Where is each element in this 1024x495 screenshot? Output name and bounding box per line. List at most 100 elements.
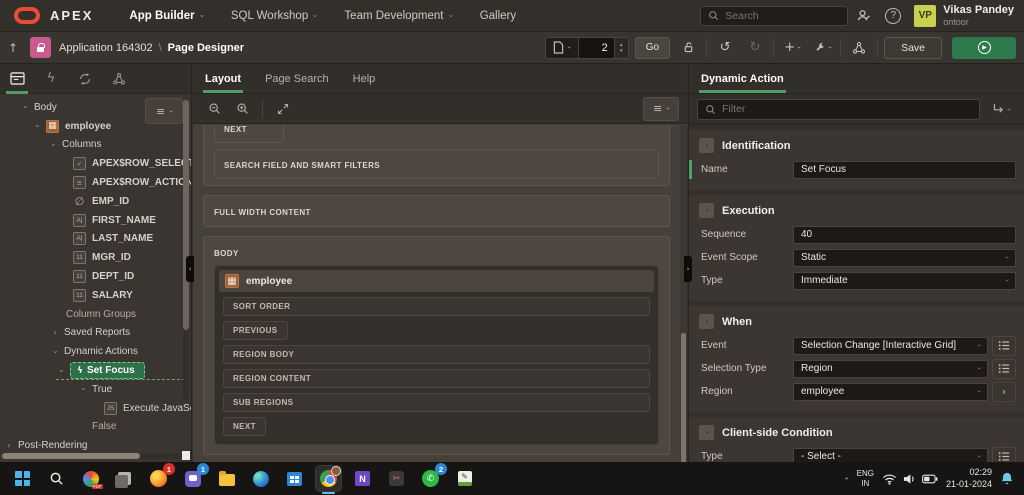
vertical-scrollbar[interactable] bbox=[680, 125, 687, 462]
tab-dynamic-actions[interactable]: ϟ bbox=[34, 64, 68, 94]
tree-item-row-selector[interactable]: ✓APEX$ROW_SELECTOR bbox=[0, 154, 191, 173]
tree-item-mgr-id[interactable]: 11MGR_ID bbox=[0, 248, 191, 267]
search-input[interactable] bbox=[725, 10, 825, 22]
chevron-down-icon[interactable]: › bbox=[21, 102, 29, 112]
event-list-button[interactable] bbox=[992, 336, 1016, 356]
menu-gallery[interactable]: Gallery bbox=[466, 0, 530, 32]
menu-app-builder[interactable]: App Builder › bbox=[115, 0, 216, 32]
collapse-icon[interactable]: › bbox=[699, 138, 714, 153]
menu-sql-workshop[interactable]: SQL Workshop › bbox=[217, 0, 331, 32]
tree-item-salary[interactable]: 11SALARY bbox=[0, 286, 191, 305]
section-header[interactable]: › Client-side Condition bbox=[689, 419, 1024, 447]
go-button[interactable]: Go bbox=[635, 37, 670, 59]
tree-item-first-name[interactable]: A|FIRST_NAME bbox=[0, 211, 191, 230]
chevron-down-icon[interactable]: › bbox=[57, 366, 65, 376]
avatar[interactable]: VP bbox=[914, 5, 936, 27]
name-input[interactable] bbox=[793, 161, 1016, 179]
region-select[interactable]: employee› bbox=[793, 383, 988, 401]
chevron-down-icon[interactable]: › bbox=[51, 347, 59, 357]
employee-region[interactable]: ▦ employee SORT ORDER PREVIOUS REGION BO… bbox=[214, 265, 659, 445]
section-header[interactable]: › When bbox=[689, 308, 1024, 336]
chat-button[interactable]: 1 bbox=[180, 466, 205, 491]
region-slot-region-body[interactable]: REGION BODY bbox=[223, 345, 650, 364]
layout-options-button[interactable]: ≡› bbox=[643, 97, 679, 121]
go-to-group-button[interactable]: › bbox=[986, 103, 1016, 115]
tree-item-true[interactable]: ›True bbox=[0, 380, 191, 399]
event-select[interactable]: Selection Change [Interactive Grid]› bbox=[793, 337, 988, 355]
layout-slot-search-field[interactable]: SEARCH FIELD AND SMART FILTERS bbox=[214, 149, 659, 179]
snapshot-app-button[interactable] bbox=[112, 466, 137, 491]
tray-expand-icon[interactable]: › bbox=[843, 477, 852, 480]
layout-slot-next[interactable]: NEXT bbox=[214, 125, 284, 143]
chrome-button[interactable] bbox=[316, 466, 341, 491]
collapse-icon[interactable]: › bbox=[699, 425, 714, 440]
condition-type-list-button[interactable] bbox=[992, 447, 1016, 463]
region-slot-region-content[interactable]: REGION CONTENT bbox=[223, 369, 650, 388]
page-number-input[interactable] bbox=[579, 37, 615, 59]
layout-slot-body[interactable]: BODY ▦ employee SORT ORDER PREVIOUS REGI… bbox=[203, 236, 670, 455]
admin-user-icon[interactable] bbox=[848, 8, 878, 23]
tree-item-columns[interactable]: ›Columns bbox=[0, 136, 191, 155]
employee-region-header[interactable]: ▦ employee bbox=[219, 270, 654, 292]
whatsapp-button[interactable]: ✆2 bbox=[418, 466, 443, 491]
utilities-button[interactable]: › bbox=[810, 37, 834, 59]
zoom-out-button[interactable] bbox=[201, 97, 227, 121]
undo-button[interactable]: ↺ bbox=[713, 37, 737, 59]
taskbar-search-button[interactable] bbox=[44, 466, 69, 491]
snipping-tool-button[interactable]: ✂ bbox=[384, 466, 409, 491]
sequence-input[interactable] bbox=[793, 226, 1016, 244]
lock-page-button[interactable] bbox=[676, 37, 700, 59]
tree-item-column-groups[interactable]: Column Groups bbox=[0, 305, 191, 324]
section-header[interactable]: › Execution bbox=[689, 197, 1024, 225]
filter-input[interactable] bbox=[722, 103, 902, 115]
tab-dynamic-action[interactable]: Dynamic Action bbox=[689, 73, 796, 93]
collapse-icon[interactable]: › bbox=[699, 314, 714, 329]
chevron-right-icon[interactable]: › bbox=[4, 441, 14, 450]
section-header[interactable]: › Identification bbox=[689, 132, 1024, 160]
run-page-button[interactable]: ▶ bbox=[952, 37, 1016, 59]
chevron-right-icon[interactable]: › bbox=[50, 328, 60, 337]
expand-all-button[interactable] bbox=[270, 97, 296, 121]
up-level-icon[interactable]: ↑ bbox=[0, 41, 26, 55]
event-scope-select[interactable]: Static› bbox=[793, 249, 1016, 267]
chevron-down-icon[interactable]: › bbox=[79, 384, 87, 394]
filter-box[interactable] bbox=[697, 99, 980, 120]
clock[interactable]: 02:29 21-01-2024 bbox=[946, 467, 992, 490]
tree-item-emp-id[interactable]: ∅EMP_ID bbox=[0, 192, 191, 211]
global-search-box[interactable] bbox=[700, 6, 848, 26]
pdf-app-button[interactable] bbox=[78, 466, 103, 491]
page-number-stepper[interactable]: ▴▾ bbox=[615, 37, 629, 59]
tree-item-row-action[interactable]: ≡APEX$ROW_ACTION bbox=[0, 173, 191, 192]
tree-item-execute-javascript[interactable]: JSExecute JavaScri bbox=[0, 399, 191, 418]
tree-item-saved-reports[interactable]: ›Saved Reports bbox=[0, 324, 191, 343]
shared-components-button[interactable] bbox=[847, 37, 871, 59]
tab-processing[interactable] bbox=[68, 64, 102, 94]
region-slot-previous[interactable]: PREVIOUS bbox=[223, 321, 288, 340]
horizontal-scrollbar[interactable] bbox=[2, 453, 182, 459]
selection-type-select[interactable]: Region› bbox=[793, 360, 988, 378]
page-finder-button[interactable]: › bbox=[545, 37, 579, 59]
layout-slot-container[interactable]: NEXT SEARCH FIELD AND SMART FILTERS bbox=[203, 125, 670, 186]
menu-team-development[interactable]: Team Development › bbox=[330, 0, 465, 32]
tab-shared-components[interactable] bbox=[102, 64, 136, 94]
selection-type-list-button[interactable] bbox=[992, 359, 1016, 379]
tray-status-icons[interactable] bbox=[882, 473, 938, 485]
tree-options-button[interactable]: ≡› bbox=[145, 98, 183, 124]
vertical-scrollbar[interactable] bbox=[183, 100, 189, 400]
edge-button[interactable] bbox=[248, 466, 273, 491]
region-goto-button[interactable]: › bbox=[992, 382, 1016, 402]
tree-item-false[interactable]: False bbox=[0, 418, 191, 437]
tree-item-last-name[interactable]: A|LAST_NAME bbox=[0, 230, 191, 249]
chevron-down-icon[interactable]: › bbox=[33, 121, 41, 131]
apex-logo-icon[interactable] bbox=[14, 7, 40, 24]
region-slot-next[interactable]: NEXT bbox=[223, 417, 266, 436]
save-button[interactable]: Save bbox=[884, 37, 942, 59]
tree-item-set-focus[interactable]: ›ϟSet Focus bbox=[0, 361, 191, 380]
chevron-down-icon[interactable]: › bbox=[49, 140, 57, 150]
application-icon[interactable] bbox=[30, 37, 51, 58]
microsoft-store-button[interactable] bbox=[282, 466, 307, 491]
create-button[interactable]: +› bbox=[780, 37, 804, 59]
right-panel-collapse-handle[interactable]: › bbox=[684, 256, 692, 282]
tab-layout[interactable]: Layout bbox=[193, 73, 253, 93]
tab-page-search[interactable]: Page Search bbox=[253, 73, 341, 93]
